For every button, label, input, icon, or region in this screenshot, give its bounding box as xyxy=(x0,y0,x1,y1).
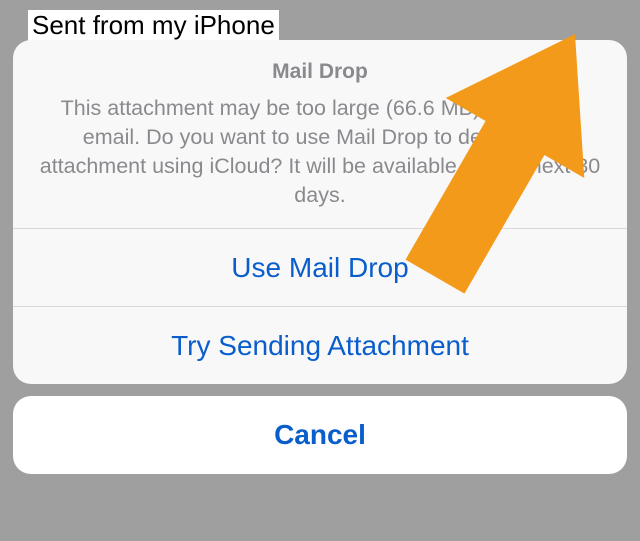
action-sheet: Mail Drop This attachment may be too lar… xyxy=(13,40,627,474)
sheet-message: This attachment may be too large (66.6 M… xyxy=(35,94,605,210)
email-signature-text: Sent from my iPhone xyxy=(28,10,279,41)
cancel-button[interactable]: Cancel xyxy=(13,396,627,474)
use-mail-drop-button[interactable]: Use Mail Drop xyxy=(13,228,627,306)
cancel-container: Cancel xyxy=(13,396,627,474)
sheet-title: Mail Drop xyxy=(35,60,605,84)
action-sheet-main: Mail Drop This attachment may be too lar… xyxy=(13,40,627,384)
action-sheet-header: Mail Drop This attachment may be too lar… xyxy=(13,40,627,228)
try-sending-attachment-button[interactable]: Try Sending Attachment xyxy=(13,306,627,384)
